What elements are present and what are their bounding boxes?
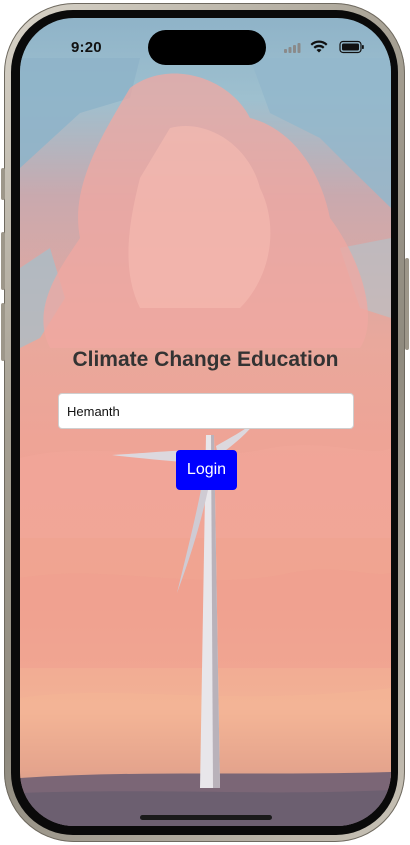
cellular-signal-icon — [284, 43, 301, 53]
volume-down-button — [1, 303, 5, 361]
username-input[interactable] — [58, 393, 354, 429]
status-time: 9:20 — [71, 39, 102, 56]
action-button — [1, 168, 5, 200]
app-title: Climate Change Education — [72, 348, 339, 371]
volume-up-button — [1, 232, 5, 290]
battery-icon — [339, 40, 364, 54]
login-button[interactable]: Login — [176, 450, 237, 490]
home-indicator[interactable] — [140, 815, 272, 820]
status-icons — [284, 40, 364, 54]
power-button — [405, 258, 409, 350]
wifi-icon — [310, 40, 328, 53]
dynamic-island — [148, 30, 266, 65]
app-screen: 9:20 Climate Change Education Login — [20, 18, 391, 826]
